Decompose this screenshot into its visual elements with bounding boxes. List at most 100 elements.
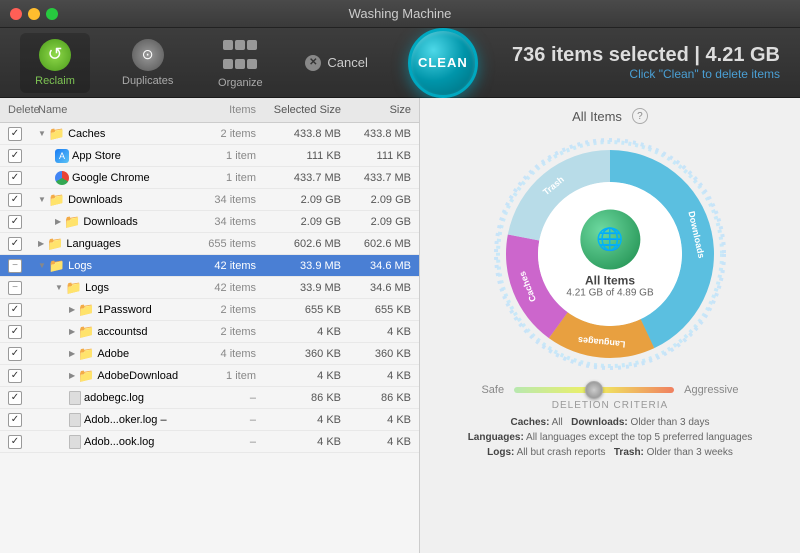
row-name: ▶📁AdobeDownload bbox=[38, 368, 186, 384]
row-label: App Store bbox=[72, 150, 121, 162]
checkbox[interactable]: ✓ bbox=[8, 369, 22, 383]
folder-icon: 📁 bbox=[78, 346, 94, 362]
clean-button[interactable]: CLEAN bbox=[408, 28, 478, 98]
row-selected-size: 4 KB bbox=[256, 436, 341, 448]
row-size: 655 KB bbox=[341, 304, 411, 316]
table-row[interactable]: ✓ Adob...oker.log ––4 KB4 KB bbox=[0, 409, 419, 431]
folder-icon: 📁 bbox=[49, 126, 65, 142]
note-languages-text: All languages except the top 5 preferred… bbox=[524, 432, 753, 443]
table-row[interactable]: ✓ ▶📁accountsd2 items4 KB4 KB bbox=[0, 321, 419, 343]
table-row[interactable]: ✓ Google Chrome1 item433.7 MB433.7 MB bbox=[0, 167, 419, 189]
row-selected-size: 433.7 MB bbox=[256, 172, 341, 184]
table-row[interactable]: −▼📁Logs42 items33.9 MB34.6 MB bbox=[0, 255, 419, 277]
row-selected-size: 111 KB bbox=[256, 150, 341, 162]
row-label: Adob...ook.log bbox=[84, 436, 154, 448]
checkbox[interactable]: − bbox=[8, 259, 22, 273]
row-size: 2.09 GB bbox=[341, 216, 411, 228]
checkbox[interactable]: ✓ bbox=[8, 303, 22, 317]
expand-icon[interactable]: ▼ bbox=[38, 129, 46, 138]
row-items: – bbox=[186, 392, 256, 404]
cancel-button[interactable]: ✕ Cancel bbox=[305, 55, 367, 71]
donut-globe-icon: 🌐 bbox=[580, 210, 640, 270]
table-row[interactable]: ✓ AApp Store1 item111 KB111 KB bbox=[0, 145, 419, 167]
folder-icon: 📁 bbox=[64, 214, 80, 230]
table-row[interactable]: ✓ adobegc.log–86 KB86 KB bbox=[0, 387, 419, 409]
folder-icon: 📁 bbox=[78, 302, 94, 318]
checkbox[interactable]: ✓ bbox=[8, 215, 22, 229]
table-row[interactable]: ✓▶📁Languages655 items602.6 MB602.6 MB bbox=[0, 233, 419, 255]
checkbox[interactable]: ✓ bbox=[8, 391, 22, 405]
row-items: 4 items bbox=[186, 348, 256, 360]
checkbox[interactable]: ✓ bbox=[8, 413, 22, 427]
table-row[interactable]: ✓ ▶📁Adobe4 items360 KB360 KB bbox=[0, 343, 419, 365]
expand-icon[interactable]: ▶ bbox=[38, 239, 44, 248]
note-logs-label: Logs: bbox=[487, 447, 514, 458]
checkbox[interactable]: ✓ bbox=[8, 171, 22, 185]
maximize-button[interactable] bbox=[46, 8, 58, 20]
cancel-icon: ✕ bbox=[305, 55, 321, 71]
row-label: accountsd bbox=[97, 326, 147, 338]
expand-icon[interactable]: ▶ bbox=[55, 217, 61, 226]
folder-icon: 📁 bbox=[49, 192, 65, 208]
minimize-button[interactable] bbox=[28, 8, 40, 20]
folder-icon: 📁 bbox=[49, 258, 65, 274]
expand-icon[interactable]: ▶ bbox=[69, 305, 75, 314]
reclaim-tab[interactable]: ↺ Reclaim bbox=[20, 33, 90, 93]
toolbar: ↺ Reclaim ⊙ Duplicates Organize ✕ Cancel… bbox=[0, 28, 800, 98]
table-row[interactable]: ✓ ▶📁Downloads34 items2.09 GB2.09 GB bbox=[0, 211, 419, 233]
row-selected-size: 360 KB bbox=[256, 348, 341, 360]
row-size: 4 KB bbox=[341, 436, 411, 448]
table-row[interactable]: ✓ Adob...ook.log–4 KB4 KB bbox=[0, 431, 419, 453]
close-button[interactable] bbox=[10, 8, 22, 20]
note-downloads-text: Older than 3 days bbox=[628, 417, 710, 428]
row-items: 34 items bbox=[186, 194, 256, 206]
checkbox[interactable]: ✓ bbox=[8, 237, 22, 251]
organize-label: Organize bbox=[218, 77, 263, 89]
window-controls[interactable] bbox=[10, 8, 58, 20]
row-label: Languages bbox=[66, 238, 120, 250]
note-logs-text: All but crash reports bbox=[514, 447, 611, 458]
row-selected-size: 4 KB bbox=[256, 326, 341, 338]
checkbox[interactable]: ✓ bbox=[8, 193, 22, 207]
table-row[interactable]: − ▼📁Logs42 items33.9 MB34.6 MB bbox=[0, 277, 419, 299]
table-row[interactable]: ✓▼📁Downloads34 items2.09 GB2.09 GB bbox=[0, 189, 419, 211]
expand-icon[interactable]: ▼ bbox=[38, 195, 46, 204]
window-title: Washing Machine bbox=[349, 6, 452, 21]
row-size: 86 KB bbox=[341, 392, 411, 404]
row-size: 2.09 GB bbox=[341, 194, 411, 206]
duplicates-tab[interactable]: ⊙ Duplicates bbox=[110, 33, 185, 93]
slider-track[interactable] bbox=[514, 387, 674, 393]
expand-icon[interactable]: ▶ bbox=[69, 349, 75, 358]
donut-chart: DownloadsLanguagesCachesTrash 🌐 All Item… bbox=[490, 134, 730, 374]
row-name: Adob...oker.log – bbox=[38, 413, 186, 427]
checkbox[interactable]: ✓ bbox=[8, 127, 22, 141]
checkbox[interactable]: ✓ bbox=[8, 435, 22, 449]
deletion-notes: Caches: All Downloads: Older than 3 days… bbox=[430, 415, 790, 460]
app-store-icon: A bbox=[55, 149, 69, 163]
col-header-selsize: Selected Size bbox=[256, 104, 341, 116]
clean-button-container: CLEAN bbox=[408, 33, 478, 93]
file-panel[interactable]: Delete Name Items Selected Size Size ✓▼📁… bbox=[0, 98, 420, 553]
table-row[interactable]: ✓ ▶📁1Password2 items655 KB655 KB bbox=[0, 299, 419, 321]
expand-icon[interactable]: ▼ bbox=[38, 261, 46, 270]
chrome-icon bbox=[55, 171, 69, 185]
expand-icon[interactable]: ▶ bbox=[69, 371, 75, 380]
table-row[interactable]: ✓ ▶📁AdobeDownload1 item4 KB4 KB bbox=[0, 365, 419, 387]
checkbox[interactable]: ✓ bbox=[8, 347, 22, 361]
table-row[interactable]: ✓▼📁Caches2 items433.8 MB433.8 MB bbox=[0, 123, 419, 145]
checkbox[interactable]: − bbox=[8, 281, 22, 295]
slider-thumb[interactable] bbox=[585, 381, 603, 399]
main-content: Delete Name Items Selected Size Size ✓▼📁… bbox=[0, 98, 800, 553]
expand-icon[interactable]: ▶ bbox=[69, 327, 75, 336]
row-items: 1 item bbox=[186, 150, 256, 162]
organize-tab[interactable]: Organize bbox=[205, 31, 275, 95]
note-trash-text: Older than 3 weeks bbox=[644, 447, 733, 458]
info-icon[interactable]: ? bbox=[632, 108, 648, 124]
row-label: 1Password bbox=[97, 304, 151, 316]
row-items: 2 items bbox=[186, 326, 256, 338]
row-name: ▶📁Adobe bbox=[38, 346, 186, 362]
expand-icon[interactable]: ▼ bbox=[55, 283, 63, 292]
row-name: Adob...ook.log bbox=[38, 435, 186, 449]
checkbox[interactable]: ✓ bbox=[8, 149, 22, 163]
checkbox[interactable]: ✓ bbox=[8, 325, 22, 339]
